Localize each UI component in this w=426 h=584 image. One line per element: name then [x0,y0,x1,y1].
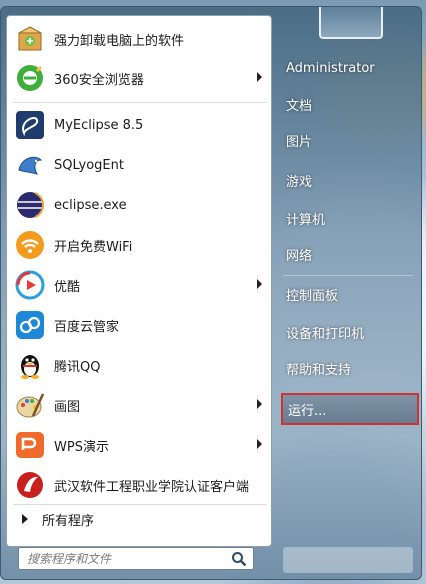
programs-panel: 强力卸载电脑上的软件 360安全浏览器 MyEclipse 8.5 SQLyog… [6,15,272,547]
program-item-wps-presentation[interactable]: WPS演示 [10,426,268,464]
program-item-360-browser[interactable]: 360安全浏览器 [10,59,268,97]
program-item-myeclipse[interactable]: MyEclipse 8.5 [10,106,268,144]
separator [13,102,267,103]
devices-printers-link[interactable]: 设备和打印机 [281,317,415,347]
program-item-baidu-cloud[interactable]: 百度云管家 [10,306,268,344]
search-icon[interactable] [231,551,247,567]
search-box [18,547,254,570]
help-support-link[interactable]: 帮助和支持 [281,353,415,383]
search-input[interactable] [25,548,229,569]
program-item-free-wifi[interactable]: 开启免费WiFi [10,226,268,264]
program-label: 画图 [54,399,81,415]
shutdown-button-area[interactable] [283,547,413,573]
user-name-link[interactable]: Administrator [281,53,415,83]
computer-label: 计算机 [286,212,326,228]
campus-client-icon [14,469,46,501]
network-label: 网络 [286,248,313,264]
program-label: 优酷 [54,279,81,295]
sqlyog-dolphin-icon [14,149,46,181]
expand-arrow-icon [22,514,28,524]
network-link[interactable]: 网络 [281,239,415,269]
separator [283,275,413,276]
games-link[interactable]: 游戏 [281,165,415,195]
360-browser-icon [14,62,46,94]
run-command-link[interactable]: 运行... [281,393,419,425]
documents-label: 文档 [286,98,313,114]
program-item-uninstaller[interactable]: 强力卸载电脑上的软件 [10,20,268,58]
games-label: 游戏 [286,174,313,190]
program-label: eclipse.exe [54,197,127,213]
baidu-cloud-icon [14,309,46,341]
user-name-label: Administrator [286,60,375,76]
program-label: 强力卸载电脑上的软件 [54,33,185,49]
program-label: 武汉软件工程职业学院认证客户端 [54,479,250,495]
program-label: 360安全浏览器 [54,72,144,88]
program-label: 腾讯QQ [54,359,101,375]
program-item-youku[interactable]: 优酷 [10,266,268,304]
separator [13,504,267,505]
youku-play-icon [14,269,46,301]
program-item-sqlyog[interactable]: SQLyogEnt [10,146,268,184]
all-programs-button[interactable]: 所有程序 [10,506,268,532]
submenu-arrow-icon [257,399,262,409]
paint-palette-icon [14,389,46,421]
program-label: 百度云管家 [54,319,120,335]
all-programs-label: 所有程序 [42,513,95,529]
submenu-arrow-icon [257,72,262,82]
eclipse-icon [14,189,46,221]
uninstall-box-icon [14,23,46,55]
submenu-arrow-icon [257,439,262,449]
program-item-paint[interactable]: 画图 [10,386,268,424]
devices-printers-label: 设备和打印机 [286,326,365,342]
qq-penguin-icon [14,349,46,381]
program-item-eclipse[interactable]: eclipse.exe [10,186,268,224]
wps-presentation-icon [14,429,46,461]
start-menu: 强力卸载电脑上的软件 360安全浏览器 MyEclipse 8.5 SQLyog… [0,6,422,580]
user-picture-tile[interactable] [319,7,383,39]
run-label: 运行... [288,403,327,419]
program-label: SQLyogEnt [54,157,124,173]
program-label: WPS演示 [54,439,109,455]
control-panel-link[interactable]: 控制面板 [281,279,415,309]
submenu-arrow-icon [257,279,262,289]
pictures-link[interactable]: 图片 [281,125,415,155]
program-item-campus-client[interactable]: 武汉软件工程职业学院认证客户端 [10,466,268,504]
program-item-qq[interactable]: 腾讯QQ [10,346,268,384]
help-support-label: 帮助和支持 [286,362,352,378]
pictures-label: 图片 [286,134,313,150]
program-label: MyEclipse 8.5 [54,117,144,133]
computer-link[interactable]: 计算机 [281,203,415,233]
program-label: 开启免费WiFi [54,239,133,255]
myeclipse-icon [14,109,46,141]
wifi-icon [14,229,46,261]
documents-link[interactable]: 文档 [281,89,415,119]
control-panel-label: 控制面板 [286,288,339,304]
